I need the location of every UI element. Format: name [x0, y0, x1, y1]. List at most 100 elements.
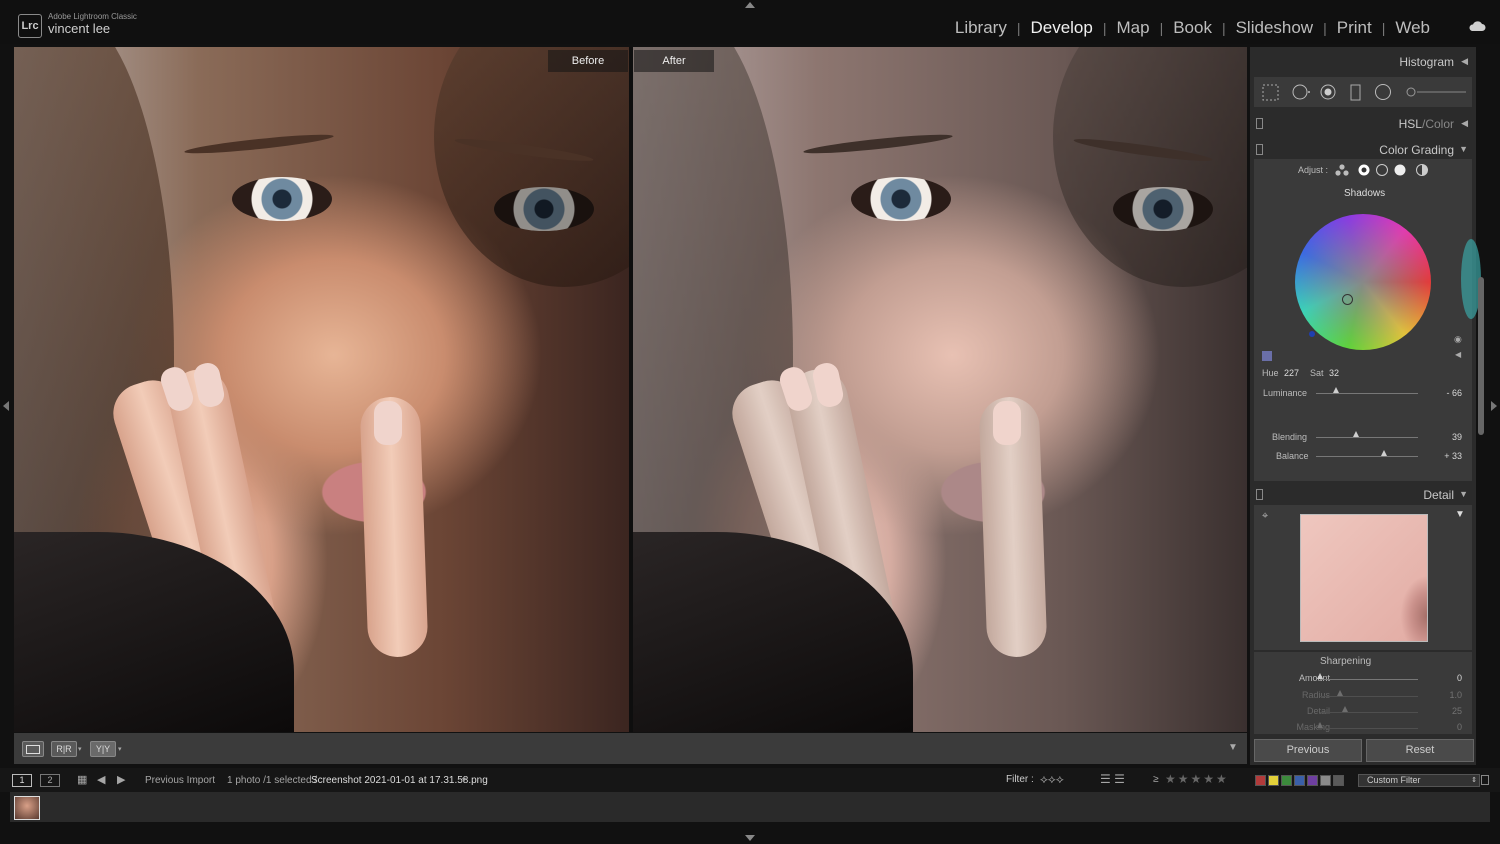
star-rating-filter[interactable]: ★★★★★ [1165, 772, 1229, 786]
filmstrip-source[interactable]: Previous Import [145, 775, 215, 786]
color-tab[interactable]: Color [1425, 117, 1454, 131]
sharpening-section: Sharpening Amount 0 Radius 1.0 Detail 25… [1254, 652, 1472, 734]
color-grading-title: Color Grading [1379, 143, 1454, 157]
amount-slider-thumb[interactable] [1317, 673, 1323, 679]
collapse-filmstrip-icon[interactable] [745, 835, 755, 841]
shadows-color-wheel[interactable] [1295, 214, 1431, 350]
grid-view-icon[interactable]: ▦ [77, 773, 87, 786]
blending-value[interactable]: 39 [1424, 432, 1462, 442]
before-after-lr-button[interactable]: R|R [51, 741, 77, 757]
module-web[interactable]: Web [1385, 18, 1440, 38]
masking-value[interactable]: 0 [1424, 722, 1462, 732]
color-label-swatch[interactable] [1294, 775, 1305, 786]
module-print[interactable]: Print [1327, 18, 1382, 38]
radius-value[interactable]: 1.0 [1424, 690, 1462, 700]
color-label-swatch[interactable] [1333, 775, 1344, 786]
detail-slider-thumb[interactable] [1341, 706, 1348, 712]
detail-header[interactable]: Detail ▼ [1250, 483, 1476, 505]
color-label-swatch[interactable] [1281, 775, 1292, 786]
adjust-label: Adjust : [1298, 165, 1329, 175]
radius-slider[interactable] [1320, 696, 1418, 697]
luminance-slider[interactable] [1316, 393, 1418, 394]
before-after-split-button[interactable]: Y|Y [90, 741, 116, 757]
develop-tools-icons[interactable] [1254, 77, 1472, 107]
after-image[interactable] [633, 47, 1247, 732]
color-label-swatch[interactable] [1320, 775, 1331, 786]
secondary-display-button[interactable]: 2 [40, 774, 60, 787]
hsl-tab[interactable]: HSL [1399, 117, 1422, 131]
disclosure-arrow-icon[interactable]: ▼ [1455, 509, 1465, 520]
amount-slider[interactable] [1320, 679, 1418, 680]
loupe-view-button[interactable] [22, 741, 44, 757]
back-arrow-icon[interactable]: ◀ [97, 773, 105, 786]
toolbar-menu-icon[interactable]: ▼ [1228, 742, 1238, 753]
collapse-arrow-icon: ◀ [1461, 56, 1468, 66]
filmstrip-thumbnail[interactable] [14, 796, 40, 820]
color-swatch[interactable] [1262, 351, 1272, 361]
disclosure-arrow-icon[interactable]: ◀ [1455, 350, 1461, 359]
panel-switch-icon[interactable] [1256, 489, 1263, 500]
detail-slider[interactable] [1320, 712, 1418, 713]
color-label-swatch[interactable] [1268, 775, 1279, 786]
reset-button[interactable]: Reset [1366, 739, 1474, 762]
flag-filter-icons[interactable]: ⟡⟡⟡ [1040, 772, 1064, 787]
photo-count: 1 photo /1 selected / [227, 775, 318, 786]
adjust-mode-icons[interactable] [1334, 162, 1434, 178]
module-slideshow[interactable]: Slideshow [1226, 18, 1324, 38]
masking-slider-thumb[interactable] [1317, 722, 1323, 728]
detail-zoom-preview[interactable] [1300, 514, 1428, 642]
primary-display-button[interactable]: 1 [12, 774, 32, 787]
detail-value[interactable]: 25 [1424, 706, 1462, 716]
expand-left-panel-icon[interactable] [3, 401, 9, 411]
luminance-label: Luminance [1263, 388, 1308, 398]
luminance-slider-thumb[interactable] [1333, 387, 1340, 393]
hsl-color-header[interactable]: HSL/Color ◀ [1250, 112, 1476, 134]
module-library[interactable]: Library [945, 18, 1017, 38]
module-book[interactable]: Book [1163, 18, 1222, 38]
sat-value[interactable]: 32 [1329, 368, 1339, 378]
color-grading-header[interactable]: Color Grading ▼ [1250, 138, 1476, 160]
chevron-down-icon[interactable]: ▾ [462, 775, 466, 784]
edit-filter-icons[interactable]: ☰ ☰ [1100, 772, 1125, 786]
image-toolbar: R|R ▾ Y|Y ▾ ▼ [14, 733, 1247, 764]
forward-arrow-icon[interactable]: ▶ [117, 773, 125, 786]
color-label-swatch[interactable] [1307, 775, 1318, 786]
custom-filter-select[interactable]: Custom Filter ⇕ [1358, 774, 1480, 787]
panel-switch-icon[interactable] [1256, 118, 1263, 129]
color-wheel-handle[interactable] [1342, 294, 1353, 305]
hue-value[interactable]: 227 [1284, 368, 1299, 378]
luminance-value[interactable]: - 66 [1424, 388, 1462, 398]
balance-slider[interactable] [1316, 456, 1418, 457]
blending-slider[interactable] [1316, 437, 1418, 438]
balance-label: Balance [1276, 451, 1309, 461]
panel-switch-icon[interactable] [1256, 144, 1263, 155]
previous-button[interactable]: Previous [1254, 739, 1362, 762]
eye-icon[interactable]: ◉ [1454, 334, 1462, 345]
hue-handle[interactable] [1309, 331, 1315, 337]
filter-lock-icon[interactable] [1481, 775, 1489, 785]
right-panel-scrollbar[interactable] [1478, 277, 1484, 435]
balance-value[interactable]: + 33 [1424, 451, 1462, 461]
expand-arrow-icon: ▼ [1459, 144, 1468, 154]
chevron-down-icon[interactable]: ▾ [78, 745, 82, 753]
collapse-top-panel-icon[interactable] [745, 2, 755, 8]
blending-slider-thumb[interactable] [1352, 431, 1359, 437]
tool-strip [1254, 77, 1472, 107]
rating-operator[interactable]: ≥ [1153, 774, 1159, 785]
amount-value[interactable]: 0 [1424, 673, 1462, 683]
module-map[interactable]: Map [1106, 18, 1159, 38]
before-image[interactable] [14, 47, 629, 732]
module-develop[interactable]: Develop [1020, 18, 1102, 38]
cloud-sync-icon[interactable] [1468, 20, 1486, 32]
after-label: After [634, 50, 714, 72]
color-label-swatch[interactable] [1255, 775, 1266, 786]
radius-slider-thumb[interactable] [1336, 690, 1343, 696]
lightroom-logo: Lrc [18, 14, 42, 38]
collapse-right-panel-icon[interactable] [1491, 401, 1497, 411]
chevron-down-icon[interactable]: ▾ [118, 745, 122, 753]
balance-slider-thumb[interactable] [1380, 450, 1387, 456]
histogram-header[interactable]: Histogram ◀ [1250, 50, 1476, 72]
masking-slider[interactable] [1320, 728, 1418, 729]
collapse-arrow-icon: ◀ [1461, 118, 1468, 128]
target-icon[interactable]: ⌖ [1262, 510, 1268, 523]
